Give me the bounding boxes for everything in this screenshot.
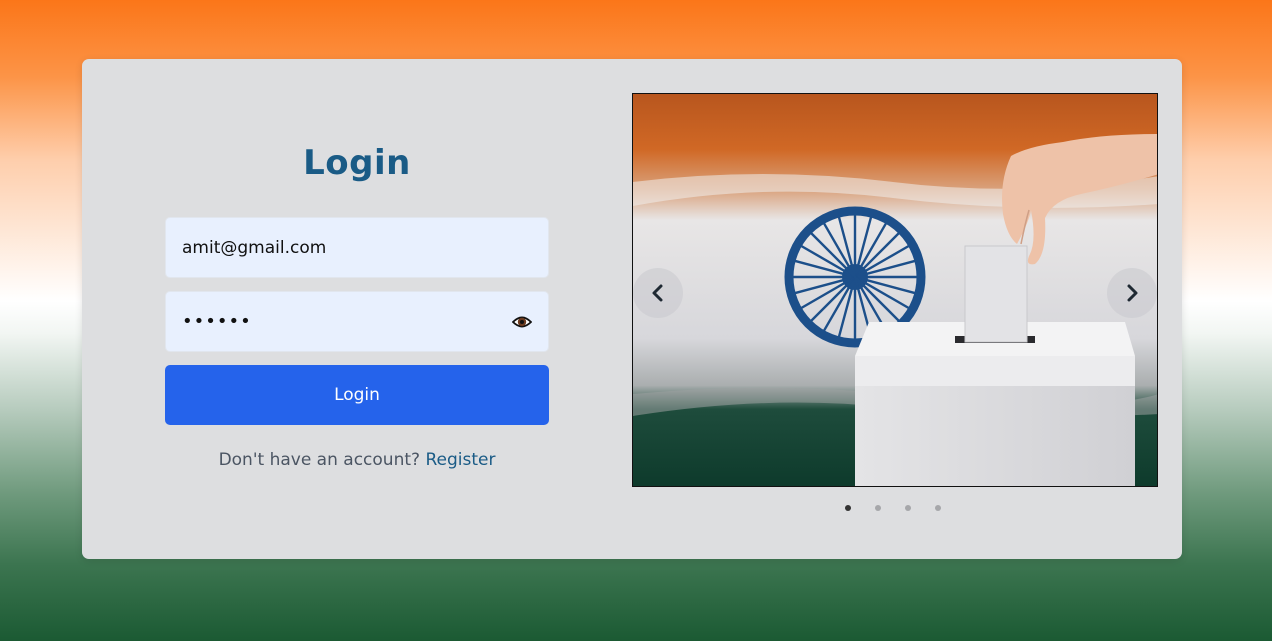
register-prompt-text: Don't have an account? [218,450,421,470]
voting-slide-image [633,94,1157,486]
login-button[interactable]: Login [165,365,549,425]
carousel-dot-1[interactable] [845,505,851,511]
chevron-left-icon [652,284,663,302]
password-field[interactable] [165,291,549,352]
eye-icon[interactable] [511,312,533,332]
carousel-prev-button[interactable] [633,268,683,318]
email-field[interactable] [165,217,549,278]
carousel-dot-4[interactable] [935,505,941,511]
image-carousel [632,93,1158,487]
email-input[interactable] [182,218,502,277]
register-prompt: Don't have an account? Register [165,450,549,470]
password-input[interactable] [182,292,502,351]
ballot-box-icon [855,322,1135,486]
login-form: Login Login Don't have an account? Regis… [165,59,549,559]
carousel-dot-2[interactable] [875,505,881,511]
carousel-next-button[interactable] [1107,268,1157,318]
chevron-right-icon [1127,284,1138,302]
ballot-paper-icon [964,245,1028,343]
page-title: Login [303,143,411,183]
register-link[interactable]: Register [425,450,495,470]
carousel-dot-3[interactable] [905,505,911,511]
login-card: Login Login Don't have an account? Regis… [82,59,1182,559]
